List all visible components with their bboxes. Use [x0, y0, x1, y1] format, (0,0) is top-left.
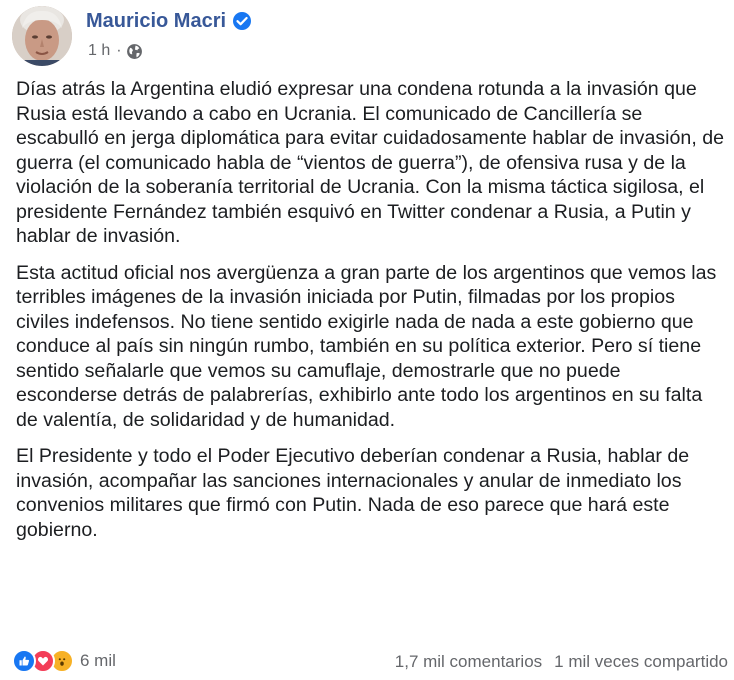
- globe-icon[interactable]: [126, 43, 143, 60]
- engagement-stats: 1,7 mil comentarios 1 mil veces comparti…: [395, 652, 728, 672]
- post-paragraph-3: El Presidente y todo el Poder Ejecutivo …: [16, 445, 690, 541]
- post-timestamp[interactable]: 1 h: [88, 42, 110, 60]
- post-paragraph-1: Días atrás la Argentina eludió expresar …: [16, 78, 724, 247]
- author-name[interactable]: Mauricio Macri: [86, 10, 226, 33]
- comments-count-link[interactable]: 1,7 mil comentarios: [395, 652, 542, 672]
- meta-separator: ·: [116, 42, 122, 59]
- shares-count-link[interactable]: 1 mil veces compartido: [554, 652, 728, 672]
- post-meta: 1 h ·: [88, 40, 143, 62]
- reaction-count: 6 mil: [80, 651, 116, 670]
- post-paragraph-2: Esta actitud oficial nos avergüenza a gr…: [16, 261, 717, 431]
- post-footer: 6 mil 1,7 mil comentarios 1 mil veces co…: [0, 649, 734, 679]
- verified-badge-icon: [232, 11, 252, 31]
- author-row: Mauricio Macri: [86, 8, 252, 34]
- facebook-post: Mauricio Macri 1 h · Días atrás la Argen…: [0, 0, 734, 680]
- avatar-photo: [12, 6, 72, 66]
- post-body: Días atrás la Argentina eludió expresar …: [16, 77, 726, 554]
- reactions-summary[interactable]: 6 mil: [12, 649, 116, 673]
- avatar[interactable]: [12, 6, 72, 66]
- like-icon: [12, 649, 36, 673]
